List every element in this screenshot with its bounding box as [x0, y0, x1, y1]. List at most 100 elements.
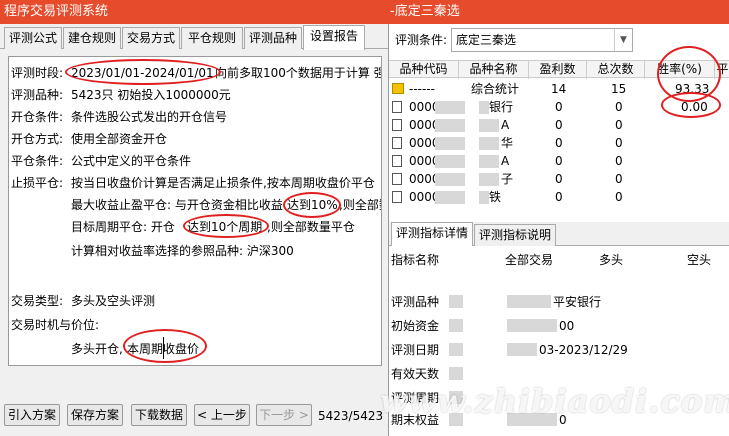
redacted-block: [507, 319, 557, 332]
report-panel: 评测时段: 2023/01/01-2024/01/01 向前多取100个数据用于…: [8, 56, 382, 366]
table-row[interactable]: 0000 A 0 0: [389, 116, 729, 134]
file-icon: [392, 173, 402, 185]
table-row[interactable]: 0000 子 0 0: [389, 170, 729, 188]
redacted-block: [449, 319, 463, 332]
summary-code: ------: [409, 82, 435, 96]
detail-col-short: 空头: [687, 253, 712, 267]
row-total: 0: [615, 154, 623, 168]
variety-label: 评测品种:: [11, 88, 64, 102]
table-row[interactable]: 0000 华 0 0: [389, 134, 729, 152]
target-annotation-circle: [183, 214, 269, 238]
detail-row: 评测品种 平安银行: [389, 294, 729, 312]
detail-row-value: 00: [559, 319, 575, 333]
detail-row: 初始资金 00: [389, 318, 729, 336]
row-total: 0: [615, 172, 623, 186]
chevron-down-icon[interactable]: ▼: [614, 29, 632, 51]
tab-indicator-description[interactable]: 评测指标说明: [474, 224, 556, 246]
import-plan-button[interactable]: 引入方案: [4, 404, 60, 426]
left-window-title: 程序交易评测系统: [0, 0, 388, 24]
redacted-block: [449, 343, 463, 356]
progress-count: 5423/5423: [318, 409, 384, 423]
row-total: 0: [615, 190, 623, 204]
detail-row-value: 03-2023/12/29: [539, 343, 628, 357]
tab-varieties[interactable]: 评测品种: [244, 27, 302, 49]
redacted-block: [479, 191, 489, 204]
save-plan-button[interactable]: 保存方案: [67, 404, 123, 426]
detail-row-label: 评测品种: [391, 295, 440, 309]
prev-step-button[interactable]: < 上一步: [194, 404, 250, 426]
file-icon: [392, 119, 402, 131]
row-total: 0: [615, 136, 623, 150]
detail-row-label: 有效天数: [391, 367, 440, 381]
col-code[interactable]: 品种代码: [389, 61, 459, 79]
open-cond-value: 条件选股公式发出的开仓信号: [71, 110, 228, 124]
row-profit: 0: [555, 118, 563, 132]
download-data-button[interactable]: 下载数据: [131, 404, 187, 426]
trade-type-value: 多头及空头评测: [71, 294, 156, 308]
tab-report-settings[interactable]: 设置报告: [303, 25, 365, 50]
row-profit: 0: [555, 100, 563, 114]
redacted-block: [479, 155, 499, 168]
redacted-block: [507, 295, 551, 308]
redacted-block: [449, 295, 463, 308]
row-name: A: [501, 154, 510, 168]
file-icon: [392, 101, 402, 113]
max-profit-annotation-circle: [283, 192, 341, 218]
target-prefix: 目标周期平仓: 开仓: [71, 220, 175, 234]
condition-label: 评测条件:: [395, 33, 448, 47]
right-window-title: -底定三秦选: [388, 0, 729, 24]
max-profit-prefix: 最大收益止盈平仓: 与开仓资金相比收益: [71, 198, 283, 212]
stoploss-value: 按当日收盘价计算是否满足止损条件,按本周期收盘价平仓: [71, 176, 375, 190]
tab-open-rules[interactable]: 建仓规则: [63, 27, 121, 49]
redacted-block: [435, 137, 465, 150]
row-total: 0: [615, 100, 623, 114]
row-total: 0: [615, 118, 623, 132]
row-name: 华: [501, 136, 514, 150]
redacted-block: [435, 101, 465, 114]
redacted-block: [507, 343, 537, 356]
close-cond-label: 平仓条件:: [11, 154, 64, 168]
target-suffix: ,则全部数量平仓: [267, 220, 355, 234]
trade-type-label: 交易类型:: [11, 294, 64, 308]
file-icon: [392, 191, 402, 203]
timing-label: 交易时机与价位:: [11, 318, 100, 332]
redacted-block: [449, 367, 463, 380]
col-total[interactable]: 总次数: [587, 61, 645, 79]
redacted-block: [435, 155, 465, 168]
redacted-block: [435, 119, 465, 132]
tab-trade-mode[interactable]: 交易方式: [122, 27, 180, 49]
timing-prefix: 多头开仓,: [71, 342, 123, 356]
open-cond-label: 开仓条件:: [11, 110, 64, 124]
table-row[interactable]: 0000 A 0 0: [389, 152, 729, 170]
variety-value: 5423只 初始投入1000000元: [71, 88, 231, 102]
row-name: 银行: [489, 100, 514, 114]
row-profit: 0: [555, 154, 563, 168]
tab-formula[interactable]: 评测公式: [4, 27, 62, 49]
detail-col-name: 指标名称: [391, 253, 440, 267]
detail-col-all: 全部交易: [505, 253, 554, 267]
period-annotation-circle: [65, 59, 221, 85]
next-step-button[interactable]: 下一步 >: [256, 404, 312, 426]
condition-select[interactable]: 底定三秦选 ▼: [451, 28, 633, 52]
left-tab-bar: 评测公式 建仓规则 交易方式 平仓规则 评测品种 设置报告: [0, 25, 388, 50]
tab-indicator-detail[interactable]: 评测指标详情: [391, 222, 473, 246]
period-note: 向前多取100个数据用于计算 强: [215, 66, 382, 80]
col-name[interactable]: 品种名称: [459, 61, 529, 79]
open-mode-label: 开仓方式:: [11, 132, 64, 146]
row-profit: 0: [555, 190, 563, 204]
table-row[interactable]: 0000 铁 0 0: [389, 188, 729, 206]
row-name: A: [501, 118, 510, 132]
results-panel: 评测条件: 底定三秦选 ▼ 品种代码 品种名称 盈利数 总次数 胜率(%) 平 …: [388, 24, 729, 436]
tab-close-rules[interactable]: 平仓规则: [181, 27, 243, 49]
timing-annotation-circle: [123, 329, 207, 363]
redacted-block: [435, 191, 465, 204]
open-mode-value: 使用全部资金开仓: [71, 132, 168, 146]
detail-tab-bar: 评测指标详情 评测指标说明: [389, 222, 729, 246]
zero-winrate-annotation-circle: [661, 92, 721, 118]
condition-select-value: 底定三秦选: [456, 33, 517, 47]
col-profit[interactable]: 盈利数: [529, 61, 587, 79]
file-icon: [392, 155, 402, 167]
row-profit: 0: [555, 172, 563, 186]
detail-row-value: 平安银行: [553, 295, 602, 309]
redacted-block: [479, 173, 499, 186]
